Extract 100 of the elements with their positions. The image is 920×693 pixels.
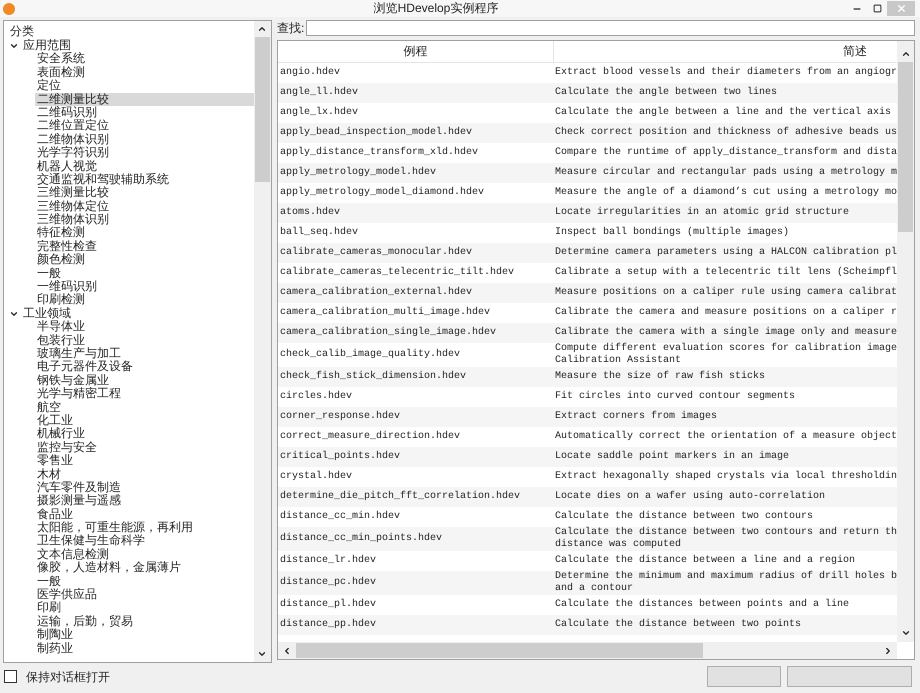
- tree-item[interactable]: 化工业: [35, 414, 254, 428]
- table-cell: Extract hexagonally shaped crystals via local thresholdin: [554, 470, 897, 483]
- tree-item[interactable]: 表面检测: [35, 66, 254, 80]
- table-cell: Calculate the angle between a line and the vertical axis: [554, 106, 891, 119]
- tree-item[interactable]: 制药业: [35, 642, 254, 655]
- scroll-down-icon[interactable]: [900, 628, 910, 638]
- scroll-right-icon[interactable]: [883, 646, 893, 656]
- close-icon: [896, 3, 906, 14]
- table-cell-text: angio.hdev: [280, 66, 340, 80]
- tree-item[interactable]: 文本信息检测: [35, 548, 254, 562]
- table-cell-text: camera_calibration_multi_image.hdev: [280, 306, 490, 320]
- table-cell-text: crystal.hdev: [280, 470, 352, 484]
- table-cell: Calibrate a setup with a telecentric tilt lens (Scheimpfl: [554, 266, 897, 279]
- scroll-down-icon[interactable]: [257, 649, 268, 659]
- tree-item[interactable]: 像胶，人造材料，金属薄片: [35, 561, 254, 575]
- column-header[interactable]: 简述: [554, 40, 897, 62]
- tree-item[interactable]: 光学字符识别: [35, 146, 254, 160]
- tree-item[interactable]: 钢铁与金属业: [35, 374, 254, 388]
- tree-item[interactable]: 制陶业: [35, 628, 254, 642]
- app-logo-icon: [3, 2, 15, 14]
- scrollbar[interactable]: [278, 642, 897, 659]
- tree-item[interactable]: 一般: [35, 266, 254, 280]
- table-cell: Calculate the angle between two lines: [554, 86, 777, 99]
- tree-item[interactable]: 包装行业: [35, 334, 254, 347]
- checkbox[interactable]: [4, 670, 17, 683]
- tree-item[interactable]: 监控与安全: [35, 440, 254, 454]
- tree-item[interactable]: 运输，后勤，贸易: [35, 614, 254, 628]
- table-cell-text: angle_lx.hdev: [280, 106, 358, 120]
- checkbox-label: 保持对话框打开: [26, 668, 110, 686]
- scrollbar-thumb[interactable]: [898, 62, 913, 232]
- table-cell: Check correct position and thickness of adhesive beads us: [554, 126, 897, 139]
- maximize-icon: [872, 4, 882, 13]
- tree-item[interactable]: 半导体业: [35, 320, 254, 334]
- table-cell-text: apply_distance_transform_xld.hdev: [280, 146, 478, 160]
- table-cell: Inspect ball bondings (multiple images): [554, 226, 789, 239]
- tree-item[interactable]: 印刷: [35, 601, 254, 615]
- column-header[interactable]: 例程: [278, 40, 554, 62]
- tree-item[interactable]: 三维物体识别: [35, 213, 254, 226]
- tree-group[interactable]: 应用范围: [23, 39, 71, 52]
- scrollbar-thumb[interactable]: [296, 643, 703, 658]
- table-cell-text: calibrate_cameras_telecentric_tilt.hdev: [280, 266, 514, 280]
- tree-item[interactable]: 零售业: [35, 454, 254, 468]
- tree-item[interactable]: 食品业: [35, 508, 254, 522]
- tree-item[interactable]: 摄影测量与遥感: [35, 494, 254, 508]
- tree-item[interactable]: 特征检测: [35, 226, 254, 240]
- table-cell-text: apply_bead_inspection_model.hdev: [280, 126, 472, 140]
- tree-item[interactable]: 安全系统: [35, 52, 254, 66]
- tree-item[interactable]: 航空: [35, 400, 254, 414]
- table-cell: Locate irregularities in an atomic grid structure: [554, 206, 849, 219]
- tree-item[interactable]: 玻璃生产与加工: [35, 346, 254, 360]
- tree-item[interactable]: 机器人视觉: [35, 160, 254, 173]
- tree-item[interactable]: 二维测量比较: [35, 92, 254, 106]
- tree-item[interactable]: 医学供应品: [35, 588, 254, 602]
- tree-item[interactable]: 三维物体定位: [35, 200, 254, 214]
- tree-item[interactable]: 光学与精密工程: [35, 387, 254, 401]
- tree-item[interactable]: 定位: [35, 79, 254, 93]
- table-cell-text: corner_response.hdev: [280, 410, 400, 424]
- scrollbar[interactable]: [254, 21, 271, 662]
- search-label: 查找:: [276, 21, 304, 36]
- tree-item[interactable]: 二维物体识别: [35, 132, 254, 146]
- tree-item[interactable]: 木材: [35, 468, 254, 481]
- tree-item[interactable]: 机械行业: [35, 427, 254, 441]
- scrollbar[interactable]: [897, 40, 914, 642]
- table-cell: Calculate the distance between two points: [554, 618, 801, 631]
- table-cell: Calculate the distances between points and a line: [554, 598, 849, 611]
- table-cell-text: camera_calibration_external.hdev: [280, 286, 472, 300]
- table-cell: Fit circles into curved contour segments: [554, 390, 795, 403]
- tree-item[interactable]: 电子元器件及设备: [35, 360, 254, 374]
- tree-item[interactable]: 汽车零件及制造: [35, 480, 254, 494]
- tree-item[interactable]: 卫生保健与生命科学: [35, 534, 254, 548]
- tree-item[interactable]: 太阳能，可重生能源，再利用: [35, 521, 254, 534]
- scroll-up-icon[interactable]: [257, 24, 268, 34]
- table-cell-text: camera_calibration_single_image.hdev: [280, 326, 496, 340]
- table-cell: Calculate the distance between two contours: [554, 510, 813, 523]
- table-cell: Calculate the distance between two contours and return th distance was computed: [554, 526, 897, 551]
- table-cell-text: check_calib_image_quality.hdev: [280, 348, 460, 362]
- table-cell-text: distance_cc_min.hdev: [280, 510, 400, 524]
- tree-item[interactable]: 完整性检查: [35, 240, 254, 254]
- tree-group[interactable]: 工业领域: [23, 306, 71, 320]
- tree-item[interactable]: 三维测量比较: [35, 186, 254, 200]
- table-cell: Measure circular and rectangular pads using a metrology m: [554, 166, 897, 179]
- tree-item[interactable]: 二维码识别: [35, 106, 254, 120]
- tree-item[interactable]: 一维码识别: [35, 280, 254, 294]
- tree-item[interactable]: 二维位置定位: [35, 119, 254, 133]
- table-cell-text: determine_die_pitch_fft_correlation.hdev: [280, 490, 520, 504]
- tree-item[interactable]: 印刷检测: [35, 293, 254, 307]
- search-field[interactable]: [306, 20, 915, 36]
- table-cell-text: correct_measure_direction.hdev: [280, 430, 460, 444]
- table-cell-text: distance_cc_min_points.hdev: [280, 532, 442, 546]
- scrollbar-thumb[interactable]: [254, 37, 270, 182]
- table-cell: Extract blood vessels and their diameters from an angiogr: [554, 66, 897, 79]
- table-cell-text: atoms.hdev: [280, 206, 340, 220]
- table-cell-text: circles.hdev: [280, 390, 352, 404]
- table-cell-text: calibrate_cameras_monocular.hdev: [280, 246, 472, 260]
- table-cell: Compute different evaluation scores for calibration image Calibration Assistant: [554, 342, 897, 367]
- tree-item[interactable]: 交通监视和驾驶辅助系统: [35, 172, 254, 186]
- tree-item[interactable]: 颜色检测: [35, 253, 254, 267]
- table-cell-text: distance_pc.hdev: [280, 576, 376, 590]
- table-cell-text: ball_seq.hdev: [280, 226, 358, 240]
- tree-item[interactable]: 一般: [35, 574, 254, 588]
